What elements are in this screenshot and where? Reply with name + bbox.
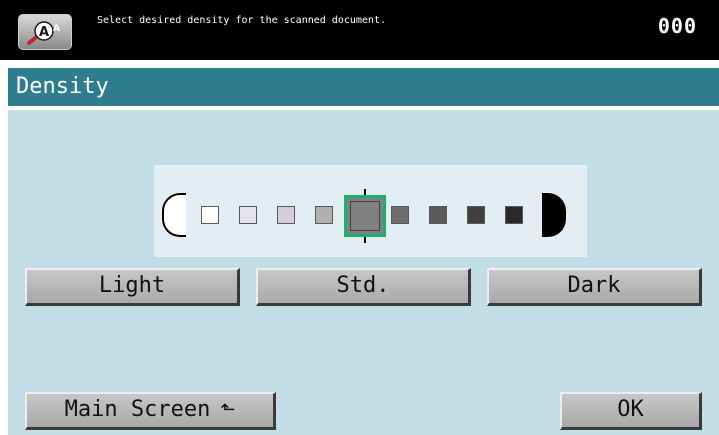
light-button[interactable]: Light <box>25 268 240 306</box>
density-step-1[interactable] <box>201 206 219 224</box>
density-step-7[interactable] <box>429 206 447 224</box>
dark-button[interactable]: Dark <box>487 268 702 306</box>
return-arrow-icon: ⬑ <box>220 399 236 420</box>
accessibility-help-button[interactable]: A A <box>18 14 72 50</box>
density-step-5-selected[interactable] <box>344 195 386 237</box>
instruction-message: Select desired density for the scanned d… <box>97 15 386 26</box>
density-step-8[interactable] <box>467 206 485 224</box>
density-step-4[interactable] <box>315 206 333 224</box>
ok-button[interactable]: OK <box>560 392 702 430</box>
svg-text:A: A <box>53 24 60 34</box>
top-message-bar: A A Select desired density for the scann… <box>0 0 719 60</box>
density-step-6[interactable] <box>391 206 409 224</box>
density-step-2[interactable] <box>239 206 257 224</box>
page-title: Density <box>8 68 719 106</box>
density-step-3[interactable] <box>277 206 295 224</box>
main-screen-button[interactable]: Main Screen ⬑ <box>25 392 276 430</box>
density-step-9[interactable] <box>505 206 523 224</box>
accessibility-help-icon: A A <box>27 21 60 45</box>
center-tick-bottom <box>364 237 366 243</box>
light-end-icon <box>162 193 186 237</box>
center-tick-top <box>364 189 366 195</box>
std-button[interactable]: Std. <box>256 268 471 306</box>
copy-counter: 000 <box>657 14 697 38</box>
svg-text:A: A <box>39 25 49 40</box>
main-screen-label: Main Screen <box>64 397 211 422</box>
